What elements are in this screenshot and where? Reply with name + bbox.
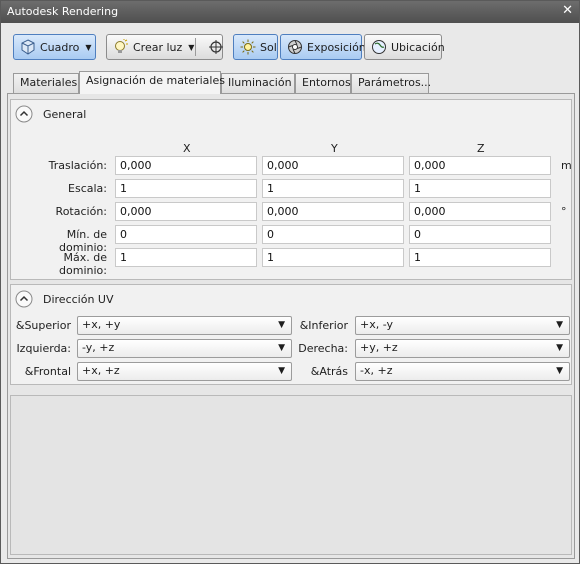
uv-bottom-label: &Inferior: [299, 319, 348, 332]
axis-label-x: X: [183, 142, 191, 155]
domain-min-x-input[interactable]: [115, 225, 257, 244]
general-section: General X Y Z Traslación: m Escala: Rota…: [10, 99, 572, 280]
axis-label-y: Y: [331, 142, 338, 155]
tab-entornos[interactable]: Entornos: [295, 73, 351, 93]
exposure-button-label: Exposición: [307, 40, 366, 54]
tab-parametros[interactable]: Parámetros...: [351, 73, 431, 93]
tab-materiales[interactable]: Materiales: [13, 73, 79, 93]
dropdown-arrow-icon: ▼: [278, 320, 285, 330]
rotation-y-input[interactable]: [262, 202, 404, 221]
domain-min-y-input[interactable]: [262, 225, 404, 244]
translation-unit: m: [561, 159, 572, 172]
scale-x-input[interactable]: [115, 179, 257, 198]
dropdown-arrow-icon: ▼: [556, 366, 563, 376]
sun-button-label: Sol: [260, 40, 277, 54]
view-button-label: Cuadro: [40, 40, 80, 54]
general-section-header[interactable]: General: [15, 104, 86, 124]
domain-max-label: Máx. de dominio:: [59, 251, 107, 277]
translation-label: Traslación:: [48, 159, 107, 172]
rotation-x-input[interactable]: [115, 202, 257, 221]
location-button[interactable]: Ubicación: [364, 34, 445, 60]
dropdown-arrow-icon: ▼: [556, 320, 563, 330]
scale-label: Escala:: [68, 182, 107, 195]
translation-y-input[interactable]: [262, 156, 404, 175]
collapse-chevron-icon[interactable]: [15, 290, 33, 308]
create-light-button[interactable]: Crear luz: [133, 41, 182, 54]
chevron-down-icon[interactable]: ▼: [188, 43, 194, 52]
autodesk-rendering-window: Autodesk Rendering ✕ Cuadro ▼ Crear luz …: [0, 0, 580, 564]
cube-icon: [21, 39, 35, 55]
globe-icon: [372, 40, 386, 54]
button-divider: [195, 38, 196, 56]
axis-label-z: Z: [477, 142, 485, 155]
tab-bar: Materiales Asignación de materiales Ilum…: [9, 71, 571, 94]
uv-right-value: +y, +z: [360, 341, 398, 354]
scale-y-input[interactable]: [262, 179, 404, 198]
tab-asignacion-materiales[interactable]: Asignación de materiales: [79, 71, 225, 94]
window-title: Autodesk Rendering: [7, 5, 119, 18]
uv-front-label: &Frontal: [24, 365, 71, 378]
general-section-title: General: [43, 107, 87, 121]
uv-direction-section: Dirección UV &Superior +x, +y ▼ &Inferio…: [10, 284, 572, 385]
dropdown-arrow-icon: ▼: [278, 343, 285, 353]
uv-bottom-select[interactable]: +x, -y ▼: [355, 316, 570, 335]
tab-panel: General X Y Z Traslación: m Escala: Rota…: [7, 93, 575, 559]
uv-left-value: -y, +z: [82, 341, 115, 354]
domain-max-x-input[interactable]: [115, 248, 257, 267]
uv-bottom-value: +x, -y: [360, 318, 394, 331]
domain-max-y-input[interactable]: [262, 248, 404, 267]
rotation-z-input[interactable]: [409, 202, 551, 221]
sun-icon: [240, 39, 256, 55]
uv-back-label: &Atrás: [310, 365, 348, 378]
empty-content-area: [10, 395, 572, 555]
uv-back-select[interactable]: -x, +z ▼: [355, 362, 570, 381]
uv-right-label: Derecha:: [298, 342, 348, 355]
uv-back-value: -x, +z: [360, 364, 393, 377]
aperture-icon: [288, 40, 302, 54]
uv-front-value: +x, +z: [82, 364, 120, 377]
tab-iluminacion[interactable]: Iluminación: [221, 73, 295, 93]
translation-z-input[interactable]: [409, 156, 551, 175]
uv-left-select[interactable]: -y, +z ▼: [77, 339, 292, 358]
domain-max-z-input[interactable]: [409, 248, 551, 267]
dropdown-arrow-icon: ▼: [556, 343, 563, 353]
uv-right-select[interactable]: +y, +z ▼: [355, 339, 570, 358]
translation-x-input[interactable]: [115, 156, 257, 175]
collapse-chevron-icon[interactable]: [15, 105, 33, 123]
title-bar: Autodesk Rendering ✕: [1, 1, 579, 23]
rotation-unit: °: [561, 205, 567, 218]
dropdown-arrow-icon: ▼: [278, 366, 285, 376]
uv-top-label: &Superior: [15, 319, 71, 332]
uv-section-title: Dirección UV: [43, 292, 114, 306]
create-light-group: Crear luz ▼: [106, 34, 224, 60]
domain-min-z-input[interactable]: [409, 225, 551, 244]
view-cube-button[interactable]: Cuadro ▼: [13, 34, 96, 60]
scale-z-input[interactable]: [409, 179, 551, 198]
uv-section-header[interactable]: Dirección UV: [15, 289, 114, 309]
uv-top-select[interactable]: +x, +y ▼: [77, 316, 292, 335]
uv-top-value: +x, +y: [82, 318, 121, 331]
sun-button[interactable]: Sol: [233, 34, 278, 60]
exposure-button[interactable]: Exposición: [280, 34, 366, 60]
uv-front-select[interactable]: +x, +z ▼: [77, 362, 292, 381]
rotation-label: Rotación:: [55, 205, 107, 218]
chevron-down-icon: ▼: [85, 42, 92, 52]
uv-left-label: Izquierda:: [16, 342, 71, 355]
close-icon[interactable]: ✕: [562, 3, 573, 18]
crosshair-target-icon[interactable]: [208, 39, 224, 55]
location-button-label: Ubicación: [391, 40, 445, 54]
light-bulb-icon: [115, 39, 128, 53]
